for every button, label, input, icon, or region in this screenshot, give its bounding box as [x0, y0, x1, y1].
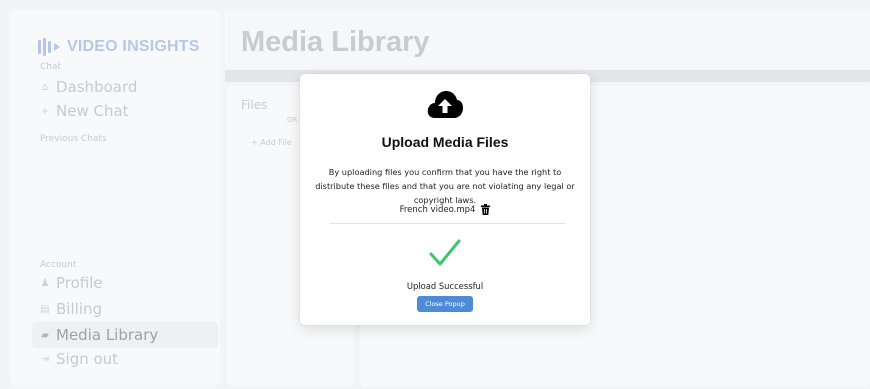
- sidebar-item-label: Sign out: [56, 350, 119, 368]
- sidebar-item-label: Dashboard: [56, 78, 138, 96]
- sidebar-item-label: Media Library: [56, 326, 159, 344]
- sidebar-item-dashboard[interactable]: ⌂ Dashboard: [40, 78, 138, 96]
- logo-text: VIDEO INSIGHTS: [67, 38, 200, 55]
- modal-title: Upload Media Files: [381, 134, 509, 150]
- trash-icon[interactable]: [481, 204, 491, 215]
- upload-modal: Upload Media Files By uploading files yo…: [300, 74, 590, 325]
- sidebar-item-label: New Chat: [56, 102, 129, 120]
- section-label-account: Account: [40, 260, 77, 270]
- sidebar-item-new-chat[interactable]: + New Chat: [40, 102, 129, 120]
- sidebar-item-label: Profile: [56, 274, 103, 292]
- files-title: Files: [241, 98, 268, 112]
- uploaded-file-row: French video.mp4: [300, 204, 590, 215]
- close-popup-button[interactable]: Close Popup: [417, 296, 473, 312]
- sidebar-item-sign-out[interactable]: ⇥ Sign out: [40, 350, 118, 368]
- add-file-button[interactable]: + Add File: [251, 138, 292, 147]
- upload-status-text: Upload Successful: [406, 281, 484, 291]
- file-name: French video.mp4: [399, 204, 476, 215]
- sidebar-item-media-library[interactable]: ▰ Media Library: [32, 322, 218, 348]
- sidebar: VIDEO INSIGHTS Chat ⌂ Dashboard + New Ch…: [10, 10, 220, 385]
- logo: VIDEO INSIGHTS: [38, 38, 200, 56]
- sign-out-icon: ⇥: [40, 353, 50, 365]
- modal-divider: [330, 223, 565, 224]
- plus-icon: +: [40, 105, 50, 117]
- section-label-previous-chats: Previous Chats: [40, 134, 107, 144]
- folder-icon: ▰: [41, 329, 49, 341]
- main-header: Media Library: [225, 10, 870, 70]
- modal-description: By uploading files you confirm that you …: [315, 167, 575, 205]
- checkmark-icon: [429, 239, 461, 266]
- section-label-chat: Chat: [40, 62, 62, 72]
- page-title: Media Library: [241, 26, 430, 58]
- sidebar-item-profile[interactable]: ♟ Profile: [40, 274, 103, 292]
- sidebar-item-label: Billing: [56, 300, 102, 318]
- files-or-text: OR: [287, 116, 298, 124]
- sidebar-item-billing[interactable]: ▤ Billing: [40, 300, 102, 318]
- cloud-upload-icon: [427, 91, 463, 118]
- logo-icon: [38, 38, 61, 56]
- card-icon: ▤: [40, 303, 50, 315]
- home-icon: ⌂: [41, 81, 49, 93]
- user-icon: ♟: [40, 277, 50, 289]
